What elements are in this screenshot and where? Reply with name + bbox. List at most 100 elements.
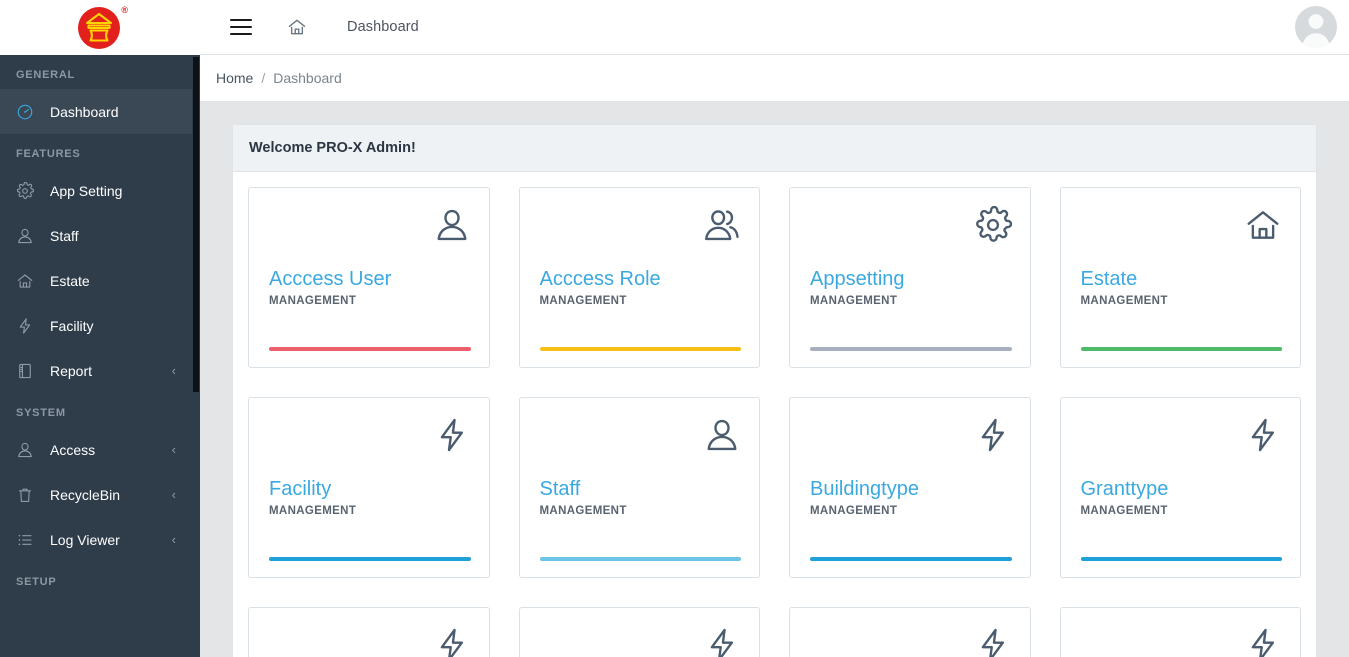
sidebar-item-dashboard[interactable]: Dashboard xyxy=(0,89,192,134)
management-card[interactable]: Acccess Role MANAGEMENT xyxy=(518,187,760,368)
management-card-subtitle: MANAGEMENT xyxy=(1080,505,1168,517)
registered-trademark-icon: ® xyxy=(121,4,128,15)
management-card[interactable] xyxy=(248,607,490,657)
sidebar-section-system: SYSTEM xyxy=(16,407,66,419)
user-icon xyxy=(437,209,466,241)
chevron-left-icon[interactable]: ‹ xyxy=(172,364,176,377)
gauge-icon xyxy=(16,102,40,122)
management-card[interactable] xyxy=(789,607,1031,657)
management-card-title: Facility xyxy=(269,478,332,500)
gear-icon xyxy=(975,206,1012,242)
management-card-subtitle: MANAGEMENT xyxy=(269,295,357,307)
user-avatar-icon xyxy=(1301,14,1331,48)
sidebar-item-report[interactable]: Report ‹ xyxy=(0,348,192,393)
bolt-icon xyxy=(1251,628,1275,657)
home-icon xyxy=(17,273,33,288)
bolt-icon xyxy=(1251,418,1275,452)
home-icon xyxy=(1244,202,1282,248)
menu-toggle-button[interactable] xyxy=(230,19,252,35)
welcome-panel-title: Welcome PRO-X Admin! xyxy=(233,125,1316,172)
chevron-left-icon[interactable]: ‹ xyxy=(172,443,176,456)
sidebar-item-staff[interactable]: Staff xyxy=(0,213,192,258)
chevron-left-icon[interactable]: ‹ xyxy=(172,533,176,546)
sidebar-item-label: RecycleBin xyxy=(50,486,121,503)
management-card-accent-bar xyxy=(539,347,741,351)
management-card-subtitle: MANAGEMENT xyxy=(810,295,898,307)
home-icon xyxy=(16,271,40,291)
management-card-title: Acccess Role xyxy=(539,268,661,290)
breadcrumb-separator: / xyxy=(261,70,266,86)
management-card-title: Appsetting xyxy=(810,268,905,290)
management-card[interactable] xyxy=(1059,607,1301,657)
user-icon xyxy=(18,442,32,457)
bolt-icon xyxy=(710,628,734,657)
management-card-accent-bar xyxy=(269,347,471,351)
breadcrumb: Home / Dashboard xyxy=(200,55,1349,102)
home-icon xyxy=(288,19,306,35)
management-card[interactable]: Facility MANAGEMENT xyxy=(248,397,490,578)
pro-x-logo-icon: ® xyxy=(74,4,128,52)
sidebar-item-label: Staff xyxy=(50,227,79,244)
chevron-left-icon[interactable]: ‹ xyxy=(172,488,176,501)
management-card-subtitle: MANAGEMENT xyxy=(1080,295,1168,307)
gear-icon xyxy=(16,181,40,201)
user-icon xyxy=(703,412,741,458)
management-card-accent-bar xyxy=(539,557,741,561)
management-card-accent-bar xyxy=(269,557,471,561)
user-icon xyxy=(707,419,737,451)
management-card-title: Buildingtype xyxy=(810,478,919,500)
top-header: Dashboard xyxy=(200,0,1349,55)
management-card[interactable]: Buildingtype MANAGEMENT xyxy=(789,397,1031,578)
management-card[interactable] xyxy=(518,607,760,657)
bolt-icon xyxy=(16,316,40,336)
sidebar-scrollbar-thumb[interactable] xyxy=(193,57,199,392)
bolt-icon xyxy=(440,418,463,452)
management-card[interactable]: Acccess User MANAGEMENT xyxy=(248,187,490,368)
sidebar-item-estate[interactable]: Estate xyxy=(0,258,192,303)
management-card-accent-bar xyxy=(1080,347,1282,351)
sidebar-item-log-viewer[interactable]: Log Viewer ‹ xyxy=(0,517,192,562)
welcome-panel: Welcome PRO-X Admin! Acccess User MANAGEM… xyxy=(232,124,1317,657)
management-card-title: Estate xyxy=(1080,268,1138,290)
user-icon xyxy=(433,202,471,248)
sidebar: GENERAL Dashboard FEATURES App Setting Staff… xyxy=(0,55,192,657)
user-icon xyxy=(16,440,40,460)
sidebar-item-access[interactable]: Access ‹ xyxy=(0,427,192,472)
avatar[interactable] xyxy=(1295,6,1337,48)
management-card[interactable]: Appsetting MANAGEMENT xyxy=(789,187,1031,368)
users-icon xyxy=(704,210,739,241)
sidebar-item-label: Estate xyxy=(50,272,90,289)
bolt-icon xyxy=(1244,412,1282,458)
management-card-accent-bar xyxy=(810,557,1012,561)
management-card-title: Staff xyxy=(539,478,581,500)
management-card-subtitle: MANAGEMENT xyxy=(269,505,357,517)
management-card-subtitle: MANAGEMENT xyxy=(810,505,898,517)
sidebar-item-facility[interactable]: Facility xyxy=(0,303,192,348)
management-card[interactable]: Staff MANAGEMENT xyxy=(518,397,760,578)
book-icon xyxy=(16,361,40,381)
list-icon xyxy=(18,534,32,545)
sidebar-item-label: Access xyxy=(50,441,96,458)
gear-icon xyxy=(17,181,34,199)
bolt-icon xyxy=(981,628,1004,657)
home-button[interactable] xyxy=(287,17,307,37)
management-card-grid: Acccess User MANAGEMENT Acccess Role MANAGE… xyxy=(248,187,1301,578)
breadcrumb-home[interactable]: Home xyxy=(216,70,253,86)
sidebar-item-recyclebin[interactable]: RecycleBin ‹ xyxy=(0,472,192,517)
main-content: Welcome PRO-X Admin! Acccess User MANAGEM… xyxy=(200,102,1349,657)
welcome-panel-body: Acccess User MANAGEMENT Acccess Role MANAGE… xyxy=(233,172,1316,657)
management-card[interactable]: Granttype MANAGEMENT xyxy=(1059,397,1301,578)
management-card[interactable]: Estate MANAGEMENT xyxy=(1059,187,1301,368)
hamburger-line xyxy=(230,33,252,35)
dashboard-page: ® Dashboard GENERAL Dashboard FEATURES App … xyxy=(0,0,1349,657)
hamburger-line xyxy=(230,26,252,28)
bolt-icon xyxy=(703,622,741,657)
trash-icon xyxy=(18,488,32,502)
sidebar-section-general: GENERAL xyxy=(16,69,76,81)
users-icon xyxy=(703,202,741,248)
brand-logo[interactable]: ® xyxy=(0,0,200,55)
sidebar-item-label: Dashboard xyxy=(50,103,119,120)
sidebar-item-app-setting[interactable]: App Setting xyxy=(0,168,192,213)
bolt-icon xyxy=(440,628,463,657)
list-icon xyxy=(16,530,40,550)
